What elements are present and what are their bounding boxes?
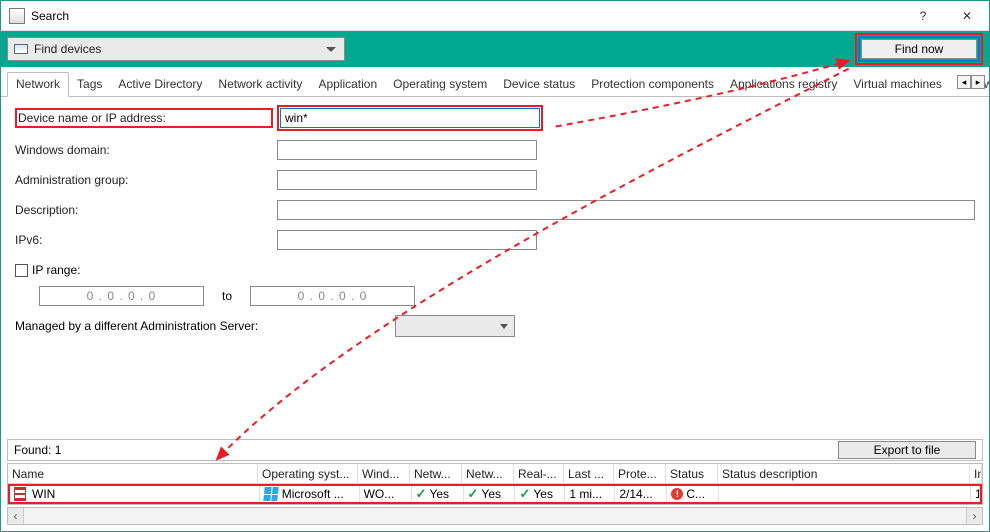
check-icon: ✓	[519, 486, 530, 502]
cell-status: !C...	[667, 486, 719, 502]
grid-row[interactable]: WIN Microsoft ... WO... ✓Yes ✓Yes ✓Yes 1…	[8, 484, 982, 504]
annotation-highlight: Find now	[855, 33, 983, 65]
spacer	[1, 349, 989, 439]
row-managed-by: Managed by a different Administration Se…	[15, 315, 975, 337]
focus-ring: Find now	[858, 36, 980, 62]
help-button[interactable]: ?	[901, 1, 945, 30]
found-count-label: Found: 1	[14, 443, 838, 457]
ip-range-from[interactable]: 0 . 0 . 0 . 0	[39, 286, 204, 306]
tab-active-directory[interactable]: Active Directory	[110, 73, 210, 96]
col-status-description[interactable]: Status description	[718, 464, 970, 483]
col-os[interactable]: Operating syst...	[258, 464, 358, 483]
app-icon	[9, 8, 25, 24]
device-name-label: Device name or IP address:	[15, 108, 273, 128]
col-windows[interactable]: Wind...	[358, 464, 410, 483]
col-inf[interactable]: Inf	[970, 464, 982, 483]
search-window: Search ? ✕ Find devices Find now Network…	[0, 0, 990, 532]
windows-domain-input[interactable]	[277, 140, 537, 160]
toolbar: Find devices Find now	[1, 31, 989, 67]
warning-icon: !	[671, 488, 683, 500]
cell-name: WIN	[10, 486, 260, 502]
cell-name-text: WIN	[32, 487, 55, 501]
row-ip-range-check: IP range:	[15, 259, 975, 281]
cell-protection: 2/14...	[615, 486, 667, 502]
find-now-button[interactable]: Find now	[861, 39, 977, 59]
grid-header: Name Operating syst... Wind... Netw... N…	[8, 464, 982, 484]
tab-device-status[interactable]: Device status	[495, 73, 583, 96]
cell-status-description	[719, 486, 971, 502]
row-description: Description:	[15, 199, 975, 221]
windows-domain-label: Windows domain:	[15, 143, 277, 157]
grid-horizontal-scrollbar[interactable]: ‹ ›	[7, 507, 983, 525]
col-network2[interactable]: Netw...	[462, 464, 514, 483]
results-summary-bar: Found: 1 Export to file	[7, 439, 983, 461]
check-icon: ✓	[468, 486, 479, 502]
chevron-down-icon	[326, 47, 336, 52]
col-protection[interactable]: Prote...	[614, 464, 666, 483]
tab-scroll-left[interactable]: ◂	[957, 75, 971, 89]
cell-windows: WO...	[360, 486, 412, 502]
col-status[interactable]: Status	[666, 464, 718, 483]
device-icon	[14, 487, 26, 501]
scroll-left-button[interactable]: ‹	[8, 508, 24, 524]
window-title: Search	[31, 9, 901, 23]
search-tabs: Network Tags Active Directory Network ac…	[1, 71, 989, 97]
cell-os: Microsoft ...	[260, 486, 360, 502]
description-label: Description:	[15, 203, 277, 217]
export-to-file-button[interactable]: Export to file	[838, 441, 976, 459]
row-admin-group: Administration group:	[15, 169, 975, 191]
ipv6-input[interactable]	[277, 230, 537, 250]
ip-range-label: IP range:	[32, 263, 80, 277]
check-icon: ✓	[416, 486, 427, 502]
row-device-name: Device name or IP address:	[15, 105, 975, 131]
windows-logo-icon	[263, 487, 278, 501]
admin-group-label: Administration group:	[15, 173, 277, 187]
cell-last: 1 mi...	[565, 486, 615, 502]
network-search-form: Device name or IP address: Windows domai…	[1, 97, 989, 349]
managed-by-dropdown[interactable]	[395, 315, 515, 337]
description-input[interactable]	[277, 200, 975, 220]
results-grid: Name Operating syst... Wind... Netw... N…	[7, 463, 983, 505]
search-mode-label: Find devices	[34, 42, 338, 56]
ip-range-to[interactable]: 0 . 0 . 0 . 0	[250, 286, 415, 306]
scroll-right-button[interactable]: ›	[966, 508, 982, 524]
col-realtime[interactable]: Real-...	[514, 464, 564, 483]
tab-network-activity[interactable]: Network activity	[210, 73, 310, 96]
ip-range-to-label: to	[204, 289, 250, 303]
tab-operating-system[interactable]: Operating system	[385, 73, 495, 96]
ipv6-label: IPv6:	[15, 233, 277, 247]
admin-group-input[interactable]	[277, 170, 537, 190]
cell-network1: ✓Yes	[412, 486, 464, 502]
cell-inf: 1 r	[971, 486, 980, 502]
cell-os-text: Microsoft ...	[282, 487, 344, 501]
tab-protection-components[interactable]: Protection components	[583, 73, 722, 96]
monitor-icon	[14, 44, 28, 54]
cell-network2: ✓Yes	[464, 486, 516, 502]
managed-by-label: Managed by a different Administration Se…	[15, 319, 395, 333]
col-name[interactable]: Name	[8, 464, 258, 483]
col-network1[interactable]: Netw...	[410, 464, 462, 483]
row-ip-range-values: 0 . 0 . 0 . 0 to 0 . 0 . 0 . 0	[15, 285, 975, 307]
search-mode-dropdown[interactable]: Find devices	[7, 37, 345, 61]
tab-tags[interactable]: Tags	[69, 73, 110, 96]
titlebar: Search ? ✕	[1, 1, 989, 31]
tab-application[interactable]: Application	[310, 73, 385, 96]
tab-network[interactable]: Network	[7, 72, 69, 97]
device-name-input[interactable]	[280, 108, 540, 128]
col-last[interactable]: Last ...	[564, 464, 614, 483]
tab-applications-registry[interactable]: Applications registry	[722, 73, 845, 96]
row-windows-domain: Windows domain:	[15, 139, 975, 161]
cell-realtime: ✓Yes	[515, 486, 565, 502]
row-ipv6: IPv6:	[15, 229, 975, 251]
ip-range-checkbox[interactable]	[15, 264, 28, 277]
tab-scroll-controls: ◂ ▸	[957, 75, 985, 89]
close-button[interactable]: ✕	[945, 1, 989, 30]
tab-scroll-right[interactable]: ▸	[971, 75, 985, 89]
tab-virtual-machines[interactable]: Virtual machines	[845, 73, 950, 96]
